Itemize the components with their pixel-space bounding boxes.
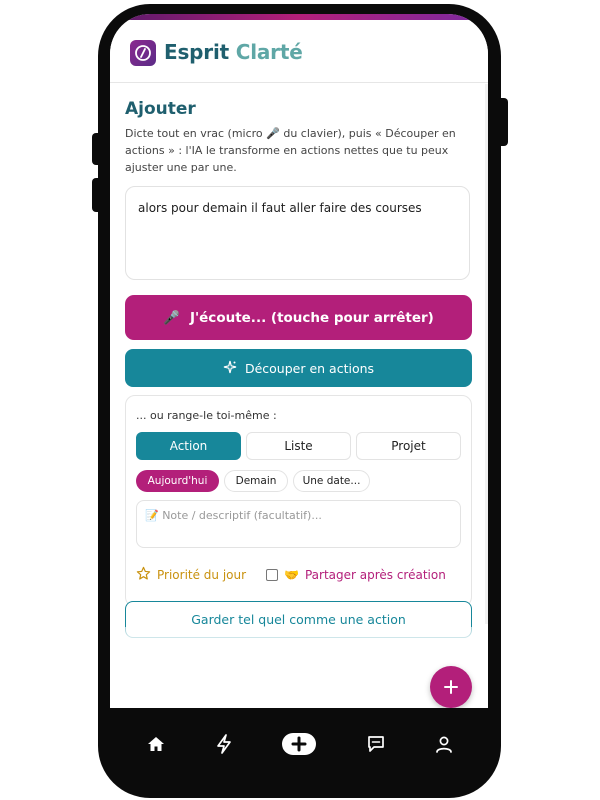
manual-sort-card: ... ou range-le toi-même : Action Liste …: [125, 395, 472, 607]
manual-sort-title: ... ou range-le toi-même :: [136, 409, 277, 422]
page-description: Dicte tout en vrac (micro 🎤 du clavier),…: [125, 127, 456, 174]
priority-toggle[interactable]: Priorité du jour: [136, 565, 246, 585]
add-icon: [282, 733, 316, 755]
share-toggle[interactable]: 🤝 Partager après création: [266, 565, 446, 585]
profile-icon: [436, 736, 452, 753]
add-fab-button[interactable]: [430, 666, 472, 708]
app-title-accent: Clarté: [235, 40, 303, 64]
split-actions-label: Découper en actions: [244, 360, 375, 376]
date-chip-tomorrow[interactable]: Demain: [224, 470, 288, 492]
nav-add[interactable]: [280, 730, 318, 758]
scrollbar[interactable]: [485, 84, 488, 624]
split-actions-button[interactable]: Découper en actions: [125, 349, 472, 387]
nav-chat[interactable]: [362, 730, 390, 758]
app-title-main: Esprit: [164, 40, 236, 64]
type-tab-action[interactable]: Action: [136, 432, 241, 460]
page-title: Ajouter: [125, 99, 196, 119]
microphone-icon: 🎤: [163, 309, 180, 326]
sparkles-icon: [223, 360, 237, 377]
note-input[interactable]: 📝 Note / descriptif (facultatif)...: [136, 500, 461, 548]
home-icon: [148, 737, 164, 751]
record-button[interactable]: 🎤 J'écoute... (touche pour arrêter): [125, 295, 472, 340]
add-page: Ajouter Dicte tout en vrac (micro 🎤 du c…: [110, 83, 488, 708]
app-title: Esprit Clarté: [164, 40, 303, 64]
type-tab-project[interactable]: Projet: [356, 432, 461, 460]
dictation-input[interactable]: alors pour demain il faut aller faire de…: [125, 186, 470, 280]
type-tab-list[interactable]: Liste: [246, 432, 351, 460]
chat-icon: [368, 736, 384, 752]
share-label: Partager après création: [304, 568, 446, 582]
bottom-navigation: [110, 708, 488, 778]
handshake-icon: 🤝: [284, 568, 299, 582]
logo-icon: [130, 40, 156, 66]
priority-label: Priorité du jour: [157, 568, 247, 582]
nav-quick[interactable]: [210, 730, 238, 758]
date-chip-pick[interactable]: Une date...: [293, 470, 370, 492]
record-button-label: J'écoute... (touche pour arrêter): [190, 309, 434, 326]
share-checkbox[interactable]: [266, 569, 278, 581]
scroll-fade: [110, 627, 488, 667]
app-header: Esprit Clarté: [110, 20, 488, 83]
plus-icon: [444, 680, 458, 694]
app-screen: Esprit Clarté Ajouter Dicte tout en vrac…: [110, 14, 488, 708]
date-chip-today[interactable]: Aujourd'hui: [136, 470, 219, 492]
star-icon: [136, 566, 151, 584]
lightning-icon: [217, 734, 231, 754]
nav-home[interactable]: [142, 730, 170, 758]
nav-profile[interactable]: [430, 730, 458, 758]
